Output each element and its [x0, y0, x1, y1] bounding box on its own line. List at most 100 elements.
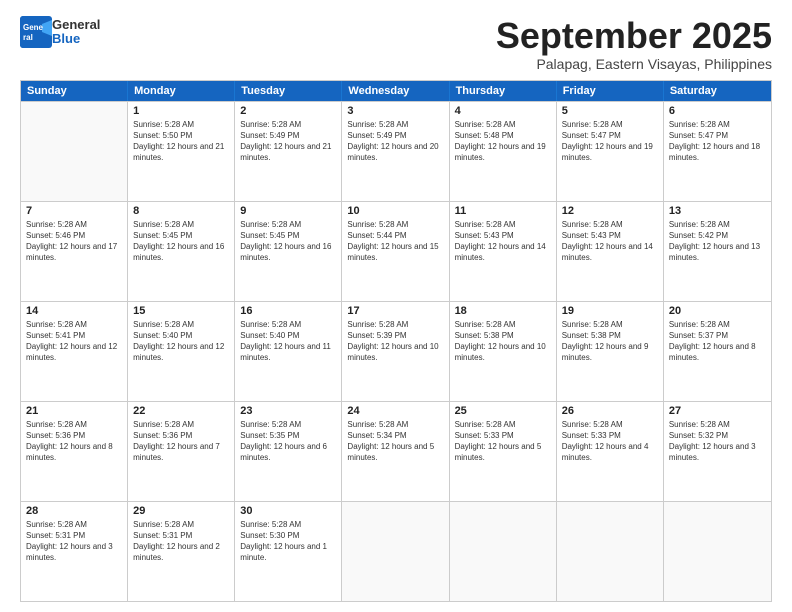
- calendar-cell-18: 18Sunrise: 5:28 AM Sunset: 5:38 PM Dayli…: [450, 302, 557, 401]
- calendar-cell-4: 4 Sunrise: 5:28 AM Sunset: 5:48 PM Daylig…: [450, 102, 557, 201]
- day-number: 7: [26, 205, 122, 217]
- day-info: Sunrise: 5:28 AM Sunset: 5:48 PM Dayligh…: [455, 119, 551, 164]
- day-number: 17: [347, 305, 443, 317]
- day-header-saturday: Saturday: [664, 81, 771, 101]
- calendar-cell-19: 19Sunrise: 5:28 AM Sunset: 5:38 PM Dayli…: [557, 302, 664, 401]
- day-number: 2: [240, 105, 336, 117]
- calendar-cell-27: 27 Sunrise: 5:28 AM Sunset: 5:32 PM Dayli…: [664, 402, 771, 501]
- svg-text:Gene: Gene: [23, 23, 44, 32]
- day-number: 28: [26, 505, 122, 517]
- day-info: Sunrise: 5:28 AM Sunset: 5:47 PM Dayligh…: [669, 119, 766, 164]
- calendar-cell-12: 12 Sunrise: 5:28 AM Sunset: 5:43 PM Dayli…: [557, 202, 664, 301]
- calendar-cell-17: 17 Sunrise: 5:28 AM Sunset: 5:39 PM Dayli…: [342, 302, 449, 401]
- logo-text: General Blue: [52, 18, 100, 47]
- day-header-sunday: Sunday: [21, 81, 128, 101]
- calendar-cell-1: 1Sunrise: 5:28 AM Sunset: 5:50 PM Daylig…: [128, 102, 235, 201]
- day-number: 10: [347, 205, 443, 217]
- day-number: 14: [26, 305, 122, 317]
- day-info: Sunrise: 5:28 AM Sunset: 5:41 PM Dayligh…: [26, 319, 122, 364]
- day-info: Sunrise: 5:28 AM Sunset: 5:35 PM Dayligh…: [240, 419, 336, 464]
- day-number: 26: [562, 405, 658, 417]
- day-header-thursday: Thursday: [450, 81, 557, 101]
- page: Gene ral General Blue September 2025 Pal…: [0, 0, 792, 612]
- logo: Gene ral General Blue: [20, 16, 100, 48]
- calendar-cell-25: 25 Sunrise: 5:28 AM Sunset: 5:33 PM Dayli…: [450, 402, 557, 501]
- day-number: 19: [562, 305, 658, 317]
- calendar-cell-empty: [557, 502, 664, 601]
- day-info: Sunrise: 5:28 AM Sunset: 5:46 PM Dayligh…: [26, 219, 122, 264]
- day-number: 12: [562, 205, 658, 217]
- calendar-cell-6: 6 Sunrise: 5:28 AM Sunset: 5:47 PM Daylig…: [664, 102, 771, 201]
- calendar-cell-24: 24 Sunrise: 5:28 AM Sunset: 5:34 PM Dayli…: [342, 402, 449, 501]
- calendar-cell-9: 9 Sunrise: 5:28 AM Sunset: 5:45 PM Daylig…: [235, 202, 342, 301]
- day-info: Sunrise: 5:28 AM Sunset: 5:43 PM Dayligh…: [455, 219, 551, 264]
- calendar-cell-26: 26 Sunrise: 5:28 AM Sunset: 5:33 PM Dayli…: [557, 402, 664, 501]
- day-number: 24: [347, 405, 443, 417]
- calendar-cell-16: 16Sunrise: 5:28 AM Sunset: 5:40 PM Dayli…: [235, 302, 342, 401]
- day-number: 23: [240, 405, 336, 417]
- day-info: Sunrise: 5:28 AM Sunset: 5:32 PM Dayligh…: [669, 419, 766, 464]
- calendar-cell-13: 13 Sunrise: 5:28 AM Sunset: 5:42 PM Dayli…: [664, 202, 771, 301]
- calendar-body: 1Sunrise: 5:28 AM Sunset: 5:50 PM Daylig…: [21, 101, 771, 601]
- day-number: 29: [133, 505, 229, 517]
- day-number: 4: [455, 105, 551, 117]
- calendar-cell-11: 11 Sunrise: 5:28 AM Sunset: 5:43 PM Dayli…: [450, 202, 557, 301]
- day-number: 11: [455, 205, 551, 217]
- day-info: Sunrise: 5:28 AM Sunset: 5:38 PM Dayligh…: [455, 319, 551, 364]
- calendar-cell-10: 10 Sunrise: 5:28 AM Sunset: 5:44 PM Dayli…: [342, 202, 449, 301]
- day-info: Sunrise: 5:28 AM Sunset: 5:36 PM Dayligh…: [133, 419, 229, 464]
- calendar-cell-7: 7 Sunrise: 5:28 AM Sunset: 5:46 PM Daylig…: [21, 202, 128, 301]
- calendar-week-4: 21 Sunrise: 5:28 AM Sunset: 5:36 PM Dayli…: [21, 401, 771, 501]
- day-number: 9: [240, 205, 336, 217]
- day-number: 22: [133, 405, 229, 417]
- calendar-header-row: SundayMondayTuesdayWednesdayThursdayFrid…: [21, 81, 771, 101]
- day-number: 25: [455, 405, 551, 417]
- day-number: 13: [669, 205, 766, 217]
- day-number: 27: [669, 405, 766, 417]
- calendar-week-2: 7 Sunrise: 5:28 AM Sunset: 5:46 PM Daylig…: [21, 201, 771, 301]
- day-info: Sunrise: 5:28 AM Sunset: 5:40 PM Dayligh…: [240, 319, 336, 364]
- day-number: 30: [240, 505, 336, 517]
- day-info: Sunrise: 5:28 AM Sunset: 5:43 PM Dayligh…: [562, 219, 658, 264]
- calendar-cell-30: 30 Sunrise: 5:28 AM Sunset: 5:30 PM Dayli…: [235, 502, 342, 601]
- location: Palapag, Eastern Visayas, Philippines: [496, 56, 772, 72]
- day-info: Sunrise: 5:28 AM Sunset: 5:31 PM Dayligh…: [26, 519, 122, 564]
- day-info: Sunrise: 5:28 AM Sunset: 5:33 PM Dayligh…: [562, 419, 658, 464]
- day-info: Sunrise: 5:28 AM Sunset: 5:45 PM Dayligh…: [240, 219, 336, 264]
- svg-text:ral: ral: [23, 33, 33, 42]
- day-info: Sunrise: 5:28 AM Sunset: 5:42 PM Dayligh…: [669, 219, 766, 264]
- calendar: SundayMondayTuesdayWednesdayThursdayFrid…: [20, 80, 772, 602]
- day-info: Sunrise: 5:28 AM Sunset: 5:37 PM Dayligh…: [669, 319, 766, 364]
- logo-general: General: [52, 18, 100, 32]
- day-info: Sunrise: 5:28 AM Sunset: 5:31 PM Dayligh…: [133, 519, 229, 564]
- calendar-week-1: 1Sunrise: 5:28 AM Sunset: 5:50 PM Daylig…: [21, 101, 771, 201]
- calendar-cell-empty: [664, 502, 771, 601]
- calendar-cell-20: 20 Sunrise: 5:28 AM Sunset: 5:37 PM Dayli…: [664, 302, 771, 401]
- day-number: 5: [562, 105, 658, 117]
- day-info: Sunrise: 5:28 AM Sunset: 5:44 PM Dayligh…: [347, 219, 443, 264]
- day-header-tuesday: Tuesday: [235, 81, 342, 101]
- calendar-week-5: 28 Sunrise: 5:28 AM Sunset: 5:31 PM Dayli…: [21, 501, 771, 601]
- day-number: 1: [133, 105, 229, 117]
- day-number: 21: [26, 405, 122, 417]
- day-header-monday: Monday: [128, 81, 235, 101]
- calendar-cell-21: 21 Sunrise: 5:28 AM Sunset: 5:36 PM Dayli…: [21, 402, 128, 501]
- day-header-wednesday: Wednesday: [342, 81, 449, 101]
- calendar-cell-empty: [450, 502, 557, 601]
- calendar-cell-empty: [21, 102, 128, 201]
- calendar-week-3: 14 Sunrise: 5:28 AM Sunset: 5:41 PM Dayli…: [21, 301, 771, 401]
- logo-icon: Gene ral: [20, 16, 52, 48]
- day-info: Sunrise: 5:28 AM Sunset: 5:39 PM Dayligh…: [347, 319, 443, 364]
- day-info: Sunrise: 5:28 AM Sunset: 5:33 PM Dayligh…: [455, 419, 551, 464]
- day-number: 6: [669, 105, 766, 117]
- day-info: Sunrise: 5:28 AM Sunset: 5:40 PM Dayligh…: [133, 319, 229, 364]
- day-number: 20: [669, 305, 766, 317]
- day-info: Sunrise: 5:28 AM Sunset: 5:49 PM Dayligh…: [240, 119, 336, 164]
- day-info: Sunrise: 5:28 AM Sunset: 5:30 PM Dayligh…: [240, 519, 336, 564]
- month-title: September 2025: [496, 16, 772, 56]
- day-info: Sunrise: 5:28 AM Sunset: 5:36 PM Dayligh…: [26, 419, 122, 464]
- day-info: Sunrise: 5:28 AM Sunset: 5:34 PM Dayligh…: [347, 419, 443, 464]
- calendar-cell-29: 29 Sunrise: 5:28 AM Sunset: 5:31 PM Dayli…: [128, 502, 235, 601]
- day-info: Sunrise: 5:28 AM Sunset: 5:47 PM Dayligh…: [562, 119, 658, 164]
- header: Gene ral General Blue September 2025 Pal…: [20, 16, 772, 72]
